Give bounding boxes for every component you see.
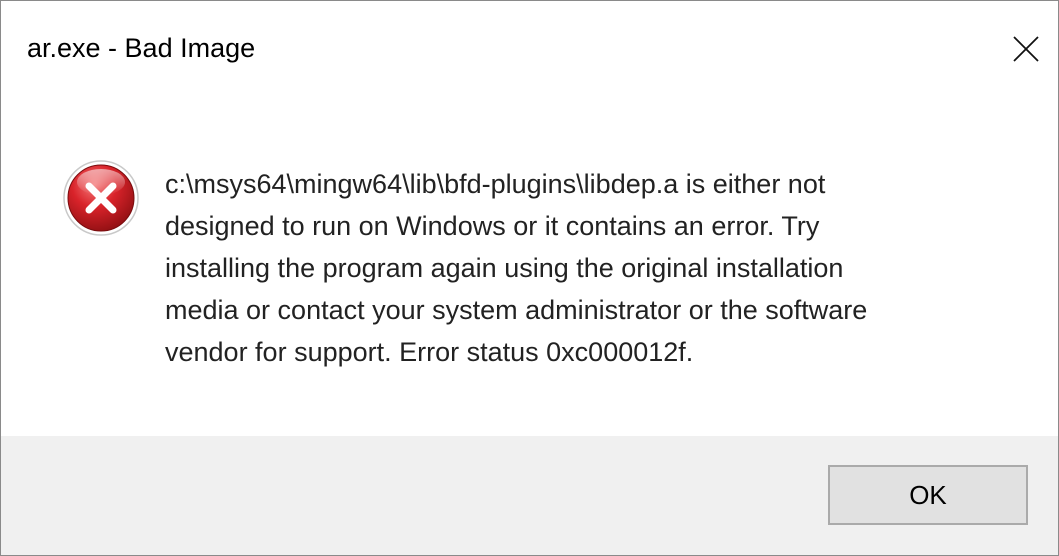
bad-image-dialog: ar.exe - Bad Image c:\msys64\mingw64\lib… (0, 0, 1059, 556)
ok-button[interactable]: OK (828, 465, 1028, 525)
dialog-content: c:\msys64\mingw64\lib\bfd-plugins\libdep… (1, 93, 1058, 436)
close-button[interactable] (994, 17, 1058, 81)
close-icon (1011, 34, 1041, 64)
error-icon (61, 158, 141, 238)
button-bar: OK (1, 436, 1058, 555)
title-bar[interactable]: ar.exe - Bad Image (1, 1, 1058, 93)
window-title: ar.exe - Bad Image (27, 33, 256, 63)
error-message: c:\msys64\mingw64\lib\bfd-plugins\libdep… (165, 169, 868, 367)
